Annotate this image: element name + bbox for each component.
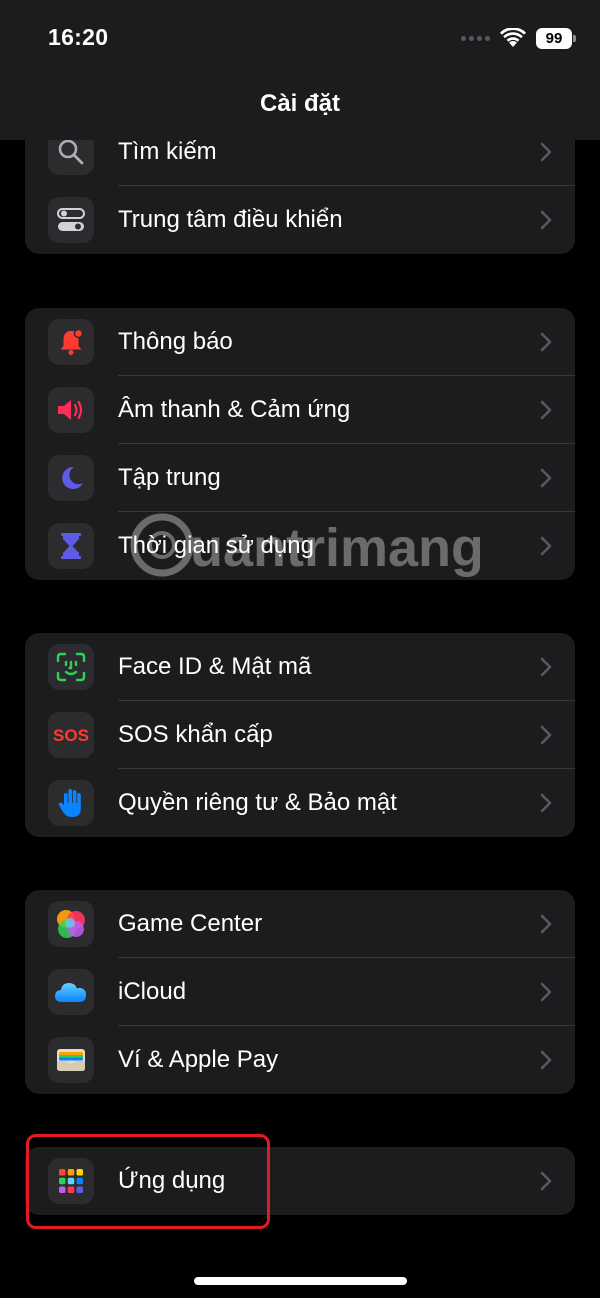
settings-group-notifications: Thông báo Âm thanh & Cảm ứng Tập trung T… — [25, 308, 575, 580]
chevron-right-icon — [540, 332, 552, 352]
notification-bell-icon — [48, 319, 94, 365]
settings-row-game-center[interactable]: Game Center — [25, 890, 575, 958]
highlight-box — [26, 1134, 270, 1229]
status-icons: 99 — [461, 26, 576, 50]
settings-row-label: Face ID & Mật mã — [118, 653, 312, 680]
settings-row-label: Game Center — [118, 910, 263, 937]
chevron-right-icon — [540, 536, 552, 556]
settings-row-label: Thông báo — [118, 328, 233, 355]
home-indicator[interactable] — [194, 1277, 407, 1285]
settings-row-label: iCloud — [118, 978, 187, 1005]
settings-row-screen-time[interactable]: Thời gian sử dụng — [25, 512, 575, 580]
settings-row-face-id[interactable]: Face ID & Mật mã — [25, 633, 575, 701]
hourglass-icon — [48, 523, 94, 569]
chevron-right-icon — [540, 725, 552, 745]
status-and-nav-bar: 16:20 99 Cài đặt — [0, 0, 600, 140]
svg-text:SOS: SOS — [53, 726, 89, 745]
icloud-icon — [48, 969, 94, 1015]
chevron-right-icon — [540, 657, 552, 677]
chevron-right-icon — [540, 468, 552, 488]
settings-row-icloud[interactable]: iCloud — [25, 958, 575, 1026]
settings-group-security: Face ID & Mật mã SOS SOS khẩn cấp Quyền … — [25, 633, 575, 837]
sos-icon: SOS — [48, 712, 94, 758]
settings-row-label: Quyền riêng tư & Bảo mật — [118, 789, 397, 816]
wifi-icon — [500, 28, 526, 47]
settings-row-label: Trung tâm điều khiển — [118, 206, 343, 233]
settings-row-label: SOS khẩn cấp — [118, 721, 273, 748]
settings-row-control-center[interactable]: Trung tâm điều khiển — [25, 186, 575, 254]
settings-row-focus[interactable]: Tập trung — [25, 444, 575, 512]
chevron-right-icon — [540, 793, 552, 813]
cellular-signal-icon — [461, 35, 490, 41]
settings-screen: 16:20 99 Cài đặt Tìm kiếm Trung tâm điều… — [0, 0, 600, 1298]
chevron-right-icon — [540, 400, 552, 420]
wallet-icon — [48, 1037, 94, 1083]
chevron-right-icon — [540, 914, 552, 934]
privacy-hand-icon — [48, 780, 94, 826]
chevron-right-icon — [540, 142, 552, 162]
face-id-icon — [48, 644, 94, 690]
settings-row-emergency-sos[interactable]: SOS SOS khẩn cấp — [25, 701, 575, 769]
settings-row-sounds[interactable]: Âm thanh & Cảm ứng — [25, 376, 575, 444]
game-center-icon — [48, 901, 94, 947]
chevron-right-icon — [540, 1171, 552, 1191]
control-center-icon — [48, 197, 94, 243]
page-title: Cài đặt — [259, 90, 340, 117]
settings-row-label: Ví & Apple Pay — [118, 1046, 279, 1073]
speaker-icon — [48, 387, 94, 433]
settings-row-wallet[interactable]: Ví & Apple Pay — [25, 1026, 575, 1094]
chevron-right-icon — [540, 1050, 552, 1070]
chevron-right-icon — [540, 982, 552, 1002]
settings-row-label: Tập trung — [118, 464, 221, 491]
settings-row-notifications[interactable]: Thông báo — [25, 308, 575, 376]
moon-icon — [48, 455, 94, 501]
battery-indicator: 99 — [536, 27, 576, 49]
status-time: 16:20 — [48, 24, 109, 50]
settings-group-accounts: Game Center iCloud Ví & Apple Pay — [25, 890, 575, 1094]
chevron-right-icon — [540, 210, 552, 230]
settings-row-privacy[interactable]: Quyền riêng tư & Bảo mật — [25, 769, 575, 837]
settings-row-label: Thời gian sử dụng — [118, 532, 314, 559]
settings-row-label: Âm thanh & Cảm ứng — [118, 396, 351, 423]
